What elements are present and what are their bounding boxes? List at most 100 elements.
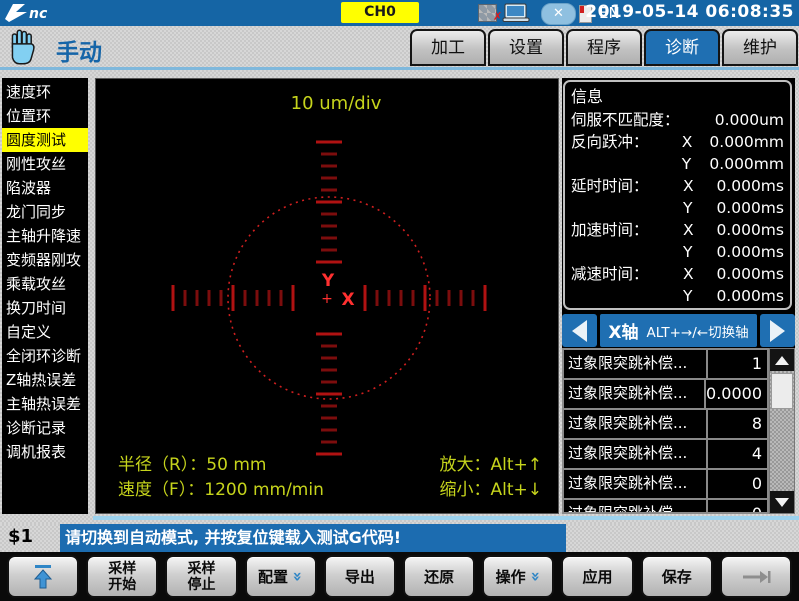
sidebar-item-closed-loop-diag[interactable]: 全闭环诊断 <box>2 344 88 368</box>
config-button[interactable]: 配置 » <box>245 555 317 598</box>
table-row[interactable]: 过象限突跳补偿...0 <box>564 500 767 514</box>
info-row: 伺服不匹配度：0.000um <box>571 109 784 131</box>
sidebar-item-inverter-tapping[interactable]: 变频器刚攻 <box>2 248 88 272</box>
center-mark: + <box>321 291 333 307</box>
tab-settings[interactable]: 设置 <box>488 29 564 66</box>
radius-label: 半径（R）：50 mm <box>118 453 324 478</box>
scroll-up-button[interactable] <box>770 349 794 371</box>
triangle-up-icon <box>775 356 789 365</box>
table-row[interactable]: 过象限突跳补偿...4 <box>564 440 767 470</box>
content: 速度环 位置环 圆度测试 刚性攻丝 陷波器 龙门同步 主轴升降速 变频器刚攻 乘… <box>0 70 799 524</box>
statusbar: $1 请切换到自动模式, 并按复位键载入测试G代码! <box>0 524 799 552</box>
tab-maintenance[interactable]: 维护 <box>722 29 798 66</box>
sidebar-item-roundness-test[interactable]: 圆度测试 <box>2 128 88 152</box>
sidebar-item-diagnosis-record[interactable]: 诊断记录 <box>2 416 88 440</box>
info-box: 信息 伺服不匹配度：0.000um 反向跃冲：X0.000mm Y0.000mm… <box>563 80 792 310</box>
status-message: 请切换到自动模式, 并按复位键载入测试G代码! <box>60 524 566 552</box>
info-title: 信息 <box>571 85 784 109</box>
info-row: Y0.000ms <box>571 197 784 219</box>
sidebar-item-spindle-ramp[interactable]: 主轴升降速 <box>2 224 88 248</box>
arrow-right-to-bar-icon <box>740 568 772 586</box>
sidebar-item-position-loop[interactable]: 位置环 <box>2 104 88 128</box>
arrow-right-icon <box>770 320 785 342</box>
zoom-out-hint: 缩小：Alt+↓ <box>439 478 542 503</box>
cnc-screen: nc CH0 ✗ ✕ EN 2019-05-14 06:08:35 手动 加工 <box>0 0 799 601</box>
current-axis: X轴 <box>608 318 638 343</box>
scale-label: 10 um/div <box>256 93 416 114</box>
softkey-toolbar: 采样开始 采样停止 配置 » 导出 还原 操作 » 应用 保存 <box>0 552 799 601</box>
info-row: 加速时间：X0.000ms <box>571 219 784 241</box>
next-axis-button[interactable] <box>760 314 795 347</box>
info-row: 延时时间：X0.000ms <box>571 175 784 197</box>
sidebar: 速度环 位置环 圆度测试 刚性攻丝 陷波器 龙门同步 主轴升降速 变频器刚攻 乘… <box>2 78 88 514</box>
sidebar-item-load-tapping[interactable]: 乘载攻丝 <box>2 272 88 296</box>
channel-indicator: $1 <box>8 526 33 547</box>
mode-label: 手动 <box>56 33 102 67</box>
back-button[interactable] <box>7 555 79 598</box>
sidebar-item-tuning-report[interactable]: 调机报表 <box>2 440 88 464</box>
sidebar-item-speed-loop[interactable]: 速度环 <box>2 80 88 104</box>
table-scrollbar[interactable] <box>769 348 795 514</box>
y-axis-label: Y <box>321 271 335 291</box>
tab-machining[interactable]: 加工 <box>410 29 486 66</box>
table-row[interactable]: 过象限突跳补偿...8 <box>564 410 767 440</box>
scrollbar-thumb[interactable] <box>771 373 793 409</box>
manual-hand-icon <box>8 29 38 65</box>
next-page-button[interactable] <box>720 555 792 598</box>
topbar: nc CH0 ✗ ✕ EN 2019-05-14 06:08:35 <box>0 0 799 26</box>
modebar: 手动 加工 设置 程序 诊断 维护 <box>0 26 799 70</box>
info-row: Y0.000ms <box>571 285 784 307</box>
apply-button[interactable]: 应用 <box>561 555 633 598</box>
right-panel: 信息 伺服不匹配度：0.000um 反向跃冲：X0.000mm Y0.000mm… <box>562 78 795 514</box>
channel-badge[interactable]: CH0 <box>341 2 419 23</box>
sidebar-item-tool-change-time[interactable]: 换刀时间 <box>2 296 88 320</box>
tab-diagnosis[interactable]: 诊断 <box>644 29 720 66</box>
compensation-table: 过象限突跳补偿...1 过象限突跳补偿...0.0000 过象限突跳补偿...8… <box>562 348 769 514</box>
restore-button[interactable]: 还原 <box>403 555 475 598</box>
sample-stop-button[interactable]: 采样停止 <box>165 555 237 598</box>
hnc-logo-icon: nc <box>3 2 73 24</box>
roundness-plot-svg: Y X + <box>96 79 558 513</box>
datetime: 2019-05-14 06:08:35 <box>585 2 794 22</box>
sidebar-item-gantry-sync[interactable]: 龙门同步 <box>2 200 88 224</box>
axis-switch-hint: ALT+→/←切换轴 <box>646 321 748 341</box>
close-icon[interactable]: ✕ <box>541 3 576 25</box>
axis-selector: X轴 ALT+→/←切换轴 <box>562 314 795 347</box>
scroll-down-button[interactable] <box>770 491 794 513</box>
arrow-left-icon <box>572 320 587 342</box>
sidebar-item-z-thermal-error[interactable]: Z轴热误差 <box>2 368 88 392</box>
monitor-icon <box>502 3 530 23</box>
main-tabs: 加工 设置 程序 诊断 维护 <box>410 29 798 66</box>
table-row[interactable]: 过象限突跳补偿...0 <box>564 470 767 500</box>
chevron-down-icon: » <box>526 571 545 581</box>
content-divider <box>93 516 799 520</box>
sidebar-item-custom[interactable]: 自定义 <box>2 320 88 344</box>
table-row[interactable]: 过象限突跳补偿...0.0000 <box>564 380 767 410</box>
export-button[interactable]: 导出 <box>324 555 396 598</box>
axis-selector-bar[interactable]: X轴 ALT+→/←切换轴 <box>600 314 757 347</box>
sample-start-button[interactable]: 采样开始 <box>86 555 158 598</box>
triangle-down-icon <box>775 498 789 507</box>
tab-program[interactable]: 程序 <box>566 29 642 66</box>
sidebar-item-spindle-thermal-error[interactable]: 主轴热误差 <box>2 392 88 416</box>
zoom-in-hint: 放大：Alt+↑ <box>439 453 542 478</box>
offline-cross-icon: ✗ <box>493 10 502 23</box>
feed-label: 速度（F）：1200 mm/min <box>118 478 324 503</box>
info-row: Y0.000mm <box>571 153 784 175</box>
plot-parameters: 半径（R）：50 mm 速度（F）：1200 mm/min <box>118 453 324 503</box>
info-row: 减速时间：X0.000ms <box>571 263 784 285</box>
sidebar-item-rigid-tapping[interactable]: 刚性攻丝 <box>2 152 88 176</box>
chevron-down-icon: » <box>289 571 308 581</box>
x-axis-label: X <box>341 290 354 310</box>
table-row[interactable]: 过象限突跳补偿...1 <box>564 350 767 380</box>
info-row: 反向跃冲：X0.000mm <box>571 131 784 153</box>
sidebar-item-notch-filter[interactable]: 陷波器 <box>2 176 88 200</box>
arrow-up-to-bar-icon <box>32 563 54 590</box>
plot-zoom-hints: 放大：Alt+↑ 缩小：Alt+↓ <box>439 453 542 503</box>
save-button[interactable]: 保存 <box>641 555 713 598</box>
roundness-plot: Y X + 10 um/div 半径（R）：50 mm 速度（F）：1200 m… <box>95 78 559 514</box>
svg-text:nc: nc <box>29 6 48 22</box>
operate-button[interactable]: 操作 » <box>482 555 554 598</box>
info-row: Y0.000ms <box>571 241 784 263</box>
prev-axis-button[interactable] <box>562 314 597 347</box>
